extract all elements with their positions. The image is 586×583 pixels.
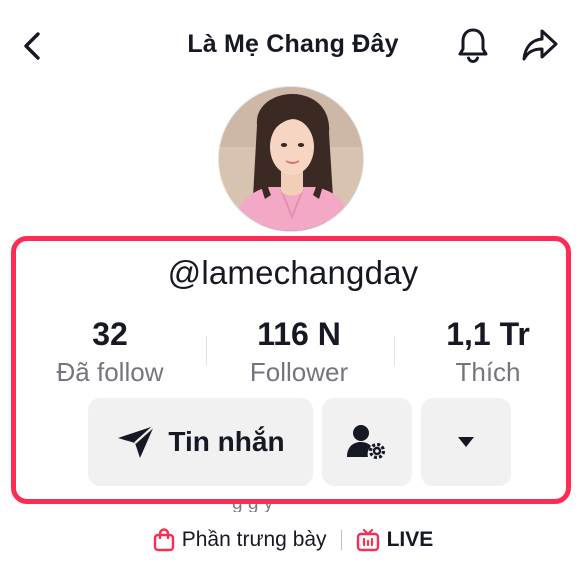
message-button-label: Tin nhắn — [168, 426, 285, 457]
avatar[interactable] — [218, 86, 364, 232]
bio-text-partial: g g y — [0, 504, 586, 512]
profile-links: Phần trưng bày LIVE — [0, 524, 586, 556]
share-arrow-icon — [522, 29, 558, 61]
live-link[interactable]: LIVE — [356, 528, 434, 552]
showcase-label: Phần trưng bày — [181, 528, 327, 551]
stat-value: 116 N — [257, 316, 341, 352]
stat-label: Thích — [455, 357, 521, 387]
follow-settings-button[interactable] — [322, 398, 412, 486]
bell-icon — [458, 28, 488, 64]
share-button[interactable] — [518, 24, 562, 66]
stat-label: Đã follow — [56, 357, 164, 387]
user-settings-icon — [347, 425, 386, 460]
stat-following[interactable]: 32 Đã follow — [20, 314, 200, 389]
stat-likes[interactable]: 1,1 Tr Thích — [398, 314, 578, 389]
message-button[interactable]: Tin nhắn — [88, 398, 313, 486]
page-title: Là Mẹ Chang Đây — [187, 30, 399, 58]
send-icon — [118, 425, 156, 458]
avatar-photo — [219, 87, 363, 231]
stat-label: Follower — [249, 357, 349, 387]
shopping-bag-icon — [153, 528, 174, 552]
caret-down-icon — [458, 437, 474, 447]
username: @lamechangday — [167, 254, 419, 291]
divider — [394, 336, 395, 366]
stat-followers[interactable]: 116 N Follower — [209, 314, 389, 389]
link-separator — [340, 530, 342, 550]
top-bar: Là Mẹ Chang Đây — [0, 0, 586, 90]
notification-button[interactable] — [452, 24, 494, 66]
divider — [206, 336, 207, 366]
stat-value: 32 — [92, 316, 128, 352]
stat-value: 1,1 Tr — [446, 316, 530, 352]
live-label: LIVE — [386, 528, 434, 551]
more-options-button[interactable] — [421, 398, 511, 486]
live-tv-icon — [356, 528, 379, 552]
showcase-link[interactable]: Phần trưng bày — [153, 528, 327, 552]
bio-text: g g y — [232, 504, 273, 512]
